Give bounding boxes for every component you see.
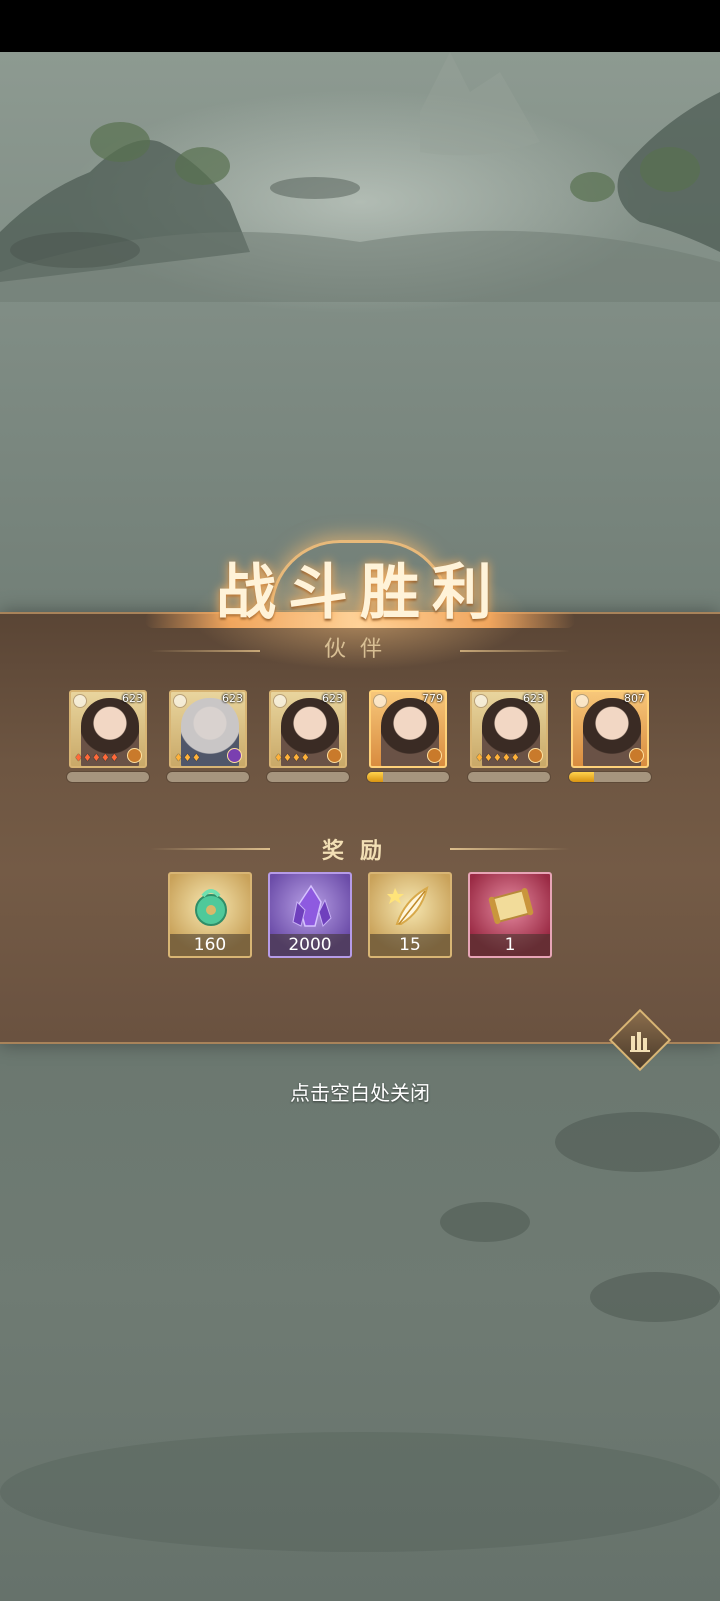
hero-level: 623: [523, 692, 544, 705]
hero-exp-bar: [568, 771, 652, 783]
subtitle-divider-right: [460, 650, 570, 652]
hero-stars: ♦♦♦♦♦: [475, 753, 520, 764]
close-hint-text: 点击空白处关闭: [290, 1081, 430, 1105]
rock-decoration: [440, 1202, 530, 1242]
jade-pendant-icon: [195, 889, 227, 926]
rewards-title: 奖励: [321, 838, 398, 864]
tree-decoration: [90, 122, 150, 162]
reward-item[interactable]: 160: [168, 872, 252, 958]
role-badge-icon: [227, 748, 242, 763]
faction-icon: [373, 694, 387, 708]
hero-card[interactable]: 623 ♦♦♦: [169, 690, 247, 768]
faction-icon: [474, 694, 488, 708]
hero-card[interactable]: 807: [571, 690, 649, 768]
faction-icon: [273, 694, 287, 708]
tree-decoration: [640, 147, 700, 192]
victory-panel: [0, 612, 720, 1044]
hero-exp-bar: [166, 771, 250, 783]
hero-exp-bar: [266, 771, 350, 783]
hero-level: 623: [322, 692, 343, 705]
reward-item[interactable]: 15: [368, 872, 452, 958]
rock-decoration: [0, 1432, 720, 1552]
hero-stars: ♦♦♦: [174, 753, 201, 764]
role-badge-icon: [327, 748, 342, 763]
hero-card[interactable]: 623 ♦♦♦♦: [269, 690, 347, 768]
tree-decoration: [570, 172, 615, 202]
hero-exp-fill: [569, 772, 594, 782]
victory-title: 战斗胜利: [216, 558, 504, 628]
rock-decoration: [270, 177, 360, 199]
hero-stars: ♦♦♦♦♦: [74, 753, 119, 764]
hero-card[interactable]: 623 ♦♦♦♦♦: [69, 690, 147, 768]
rock-decoration: [555, 1112, 720, 1172]
hero-level: 779: [422, 692, 443, 705]
role-badge-icon: [427, 748, 442, 763]
reward-item[interactable]: 1: [468, 872, 552, 958]
role-badge-icon: [528, 748, 543, 763]
rewards-divider-right: [450, 848, 570, 850]
rock-decoration: [590, 1272, 720, 1322]
rewards-divider-left: [150, 848, 270, 850]
status-bar: [0, 0, 720, 52]
partners-subtitle: 伙伴: [323, 637, 396, 662]
hero-exp-bar: [366, 771, 450, 783]
hero-exp-bar: [467, 771, 551, 783]
role-badge-icon: [629, 748, 644, 763]
hero-exp-fill: [367, 772, 384, 782]
bar-chart-icon: [630, 1032, 650, 1052]
hero-level: 623: [222, 692, 243, 705]
tree-decoration: [175, 147, 230, 185]
rock-decoration: [10, 232, 140, 268]
reward-count: 15: [370, 934, 450, 956]
reward-count: 1: [470, 934, 550, 956]
role-badge-icon: [127, 748, 142, 763]
reward-count: 160: [170, 934, 250, 956]
faction-icon: [575, 694, 589, 708]
reward-item[interactable]: 2000: [268, 872, 352, 958]
hero-level: 807: [624, 692, 645, 705]
hero-level: 623: [122, 692, 143, 705]
golden-feather-icon: [387, 886, 429, 925]
faction-icon: [173, 694, 187, 708]
hero-card[interactable]: 623 ♦♦♦♦♦: [470, 690, 548, 768]
faction-icon: [73, 694, 87, 708]
hero-stars: ♦♦♦♦: [274, 753, 310, 764]
subtitle-divider-left: [150, 650, 260, 652]
purple-crystal-icon: [292, 884, 332, 927]
hero-card[interactable]: 779: [369, 690, 447, 768]
scroll-icon: [488, 887, 534, 925]
reward-count: 2000: [270, 934, 350, 956]
hero-exp-bar: [66, 771, 150, 783]
